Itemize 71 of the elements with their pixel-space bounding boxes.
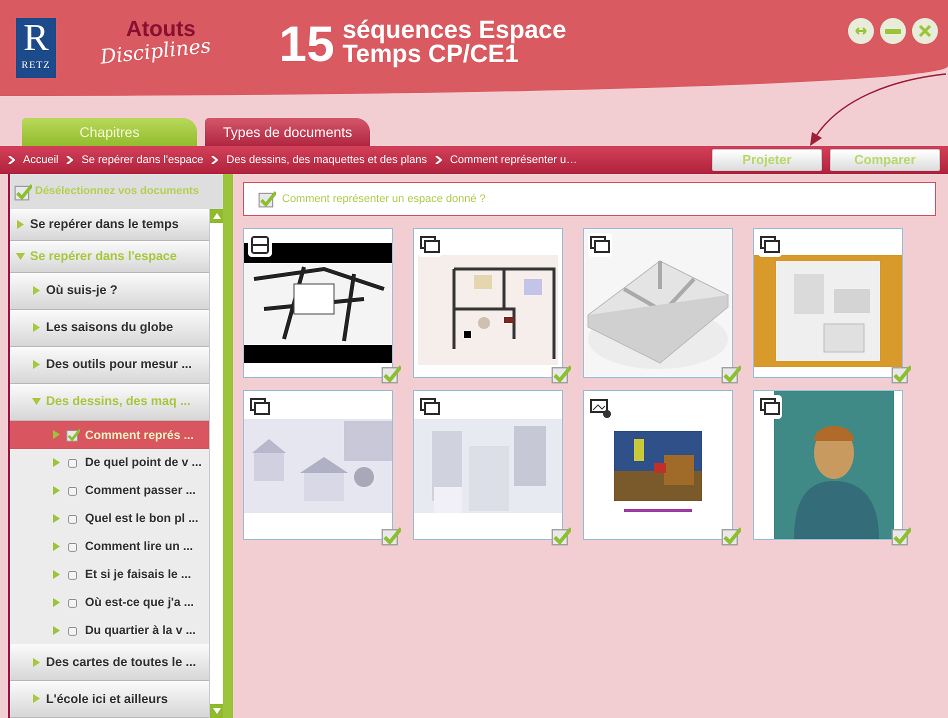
checkbox[interactable] <box>66 428 80 442</box>
chevron-icon <box>8 156 15 164</box>
checkbox[interactable] <box>551 364 571 384</box>
tree-item[interactable]: Des cartes de toutes le ... <box>10 644 209 681</box>
tree-item[interactable]: Comment passer ... <box>10 476 209 504</box>
expand-triangle-icon[interactable] <box>32 694 41 704</box>
minus-icon <box>885 28 901 34</box>
collapse-triangle-icon[interactable] <box>32 397 41 406</box>
title-line: Temps CP/CE1 <box>342 42 518 66</box>
tree-item[interactable]: Du quartier à la v ... <box>10 616 209 644</box>
logo-name: RETZ <box>22 59 50 73</box>
checkbox[interactable] <box>381 364 401 384</box>
checkbox[interactable] <box>891 526 911 546</box>
expand-triangle-icon[interactable] <box>52 430 61 440</box>
expand-triangle-icon[interactable] <box>52 458 61 467</box>
tree-item[interactable]: Quel est le bon pl ... <box>10 504 209 532</box>
tree-item[interactable]: Où suis-je ? <box>10 272 209 310</box>
tree-item[interactable]: Comment lire un ... <box>10 532 209 560</box>
tree-item[interactable]: Les saisons du globe <box>10 310 209 347</box>
expand-triangle-icon[interactable] <box>32 323 41 332</box>
collapse-triangle-icon[interactable] <box>16 252 25 261</box>
expand-triangle-icon[interactable] <box>52 486 61 495</box>
checkbox[interactable] <box>381 526 401 546</box>
chevron-icon <box>66 156 74 164</box>
close-icon <box>916 22 934 40</box>
title-number: 15 <box>278 18 334 70</box>
close-button[interactable] <box>912 18 938 44</box>
chevron-icon <box>211 156 218 164</box>
checkbox[interactable] <box>551 526 571 546</box>
tab[interactable]: Types de documents <box>205 118 370 146</box>
up-arrow-icon <box>213 213 221 219</box>
expand-triangle-icon[interactable] <box>52 542 61 551</box>
expand-triangle-icon[interactable] <box>52 514 61 523</box>
expand-triangle-icon[interactable] <box>16 220 25 229</box>
title-line: séquences Espace <box>342 18 566 42</box>
expand-triangle-icon[interactable] <box>52 598 61 607</box>
expand-triangle-icon[interactable] <box>32 658 41 667</box>
down-arrow-icon <box>213 708 221 714</box>
tree-item[interactable]: De quel point de v ... <box>10 448 209 476</box>
layout-icon <box>248 233 272 257</box>
breadcrumb-link[interactable]: Se repérer dans l'espace <box>81 152 204 168</box>
scroll-up-button[interactable] <box>210 209 223 223</box>
tree-item[interactable]: Et si je faisais le ... <box>10 560 209 588</box>
minimize-button[interactable] <box>880 18 906 44</box>
chevron-icon <box>434 156 442 164</box>
expand-triangle-icon[interactable] <box>52 570 61 579</box>
logo-letter: R <box>23 18 49 58</box>
tree-item[interactable]: Se repérer dans le temps <box>10 209 209 241</box>
breadcrumb-link[interactable]: Des dessins, des maquettes et des plans <box>226 152 427 168</box>
tree-item[interactable]: Où est-ce que j'a ... <box>10 588 209 616</box>
checkbox[interactable] <box>258 190 276 208</box>
section-heading: Comment représenter un espace donné ? <box>282 192 486 207</box>
checkbox[interactable] <box>721 526 741 546</box>
breadcrumb-link[interactable]: Accueil <box>23 152 58 168</box>
slides-icon <box>418 233 442 257</box>
checkbox-icon[interactable] <box>14 182 32 200</box>
slides-icon <box>758 233 782 257</box>
scrollbar[interactable] <box>209 209 223 718</box>
slides-icon <box>588 233 612 257</box>
breadcrumb-link[interactable]: Comment représenter u… <box>450 152 578 168</box>
tree-item[interactable]: L'école ici et ailleurs <box>10 680 209 718</box>
scroll-down-button[interactable] <box>210 704 223 718</box>
expand-triangle-icon[interactable] <box>32 360 41 370</box>
checkbox[interactable] <box>891 364 911 384</box>
checkbox[interactable] <box>721 364 741 384</box>
expand-button[interactable] <box>848 18 874 44</box>
tree-item[interactable]: Des outils pour mesur ... <box>10 346 209 384</box>
brand-title: Atouts <box>126 18 196 40</box>
expand-triangle-icon[interactable] <box>52 626 61 635</box>
expand-triangle-icon[interactable] <box>32 286 41 296</box>
slides-icon <box>758 395 782 419</box>
